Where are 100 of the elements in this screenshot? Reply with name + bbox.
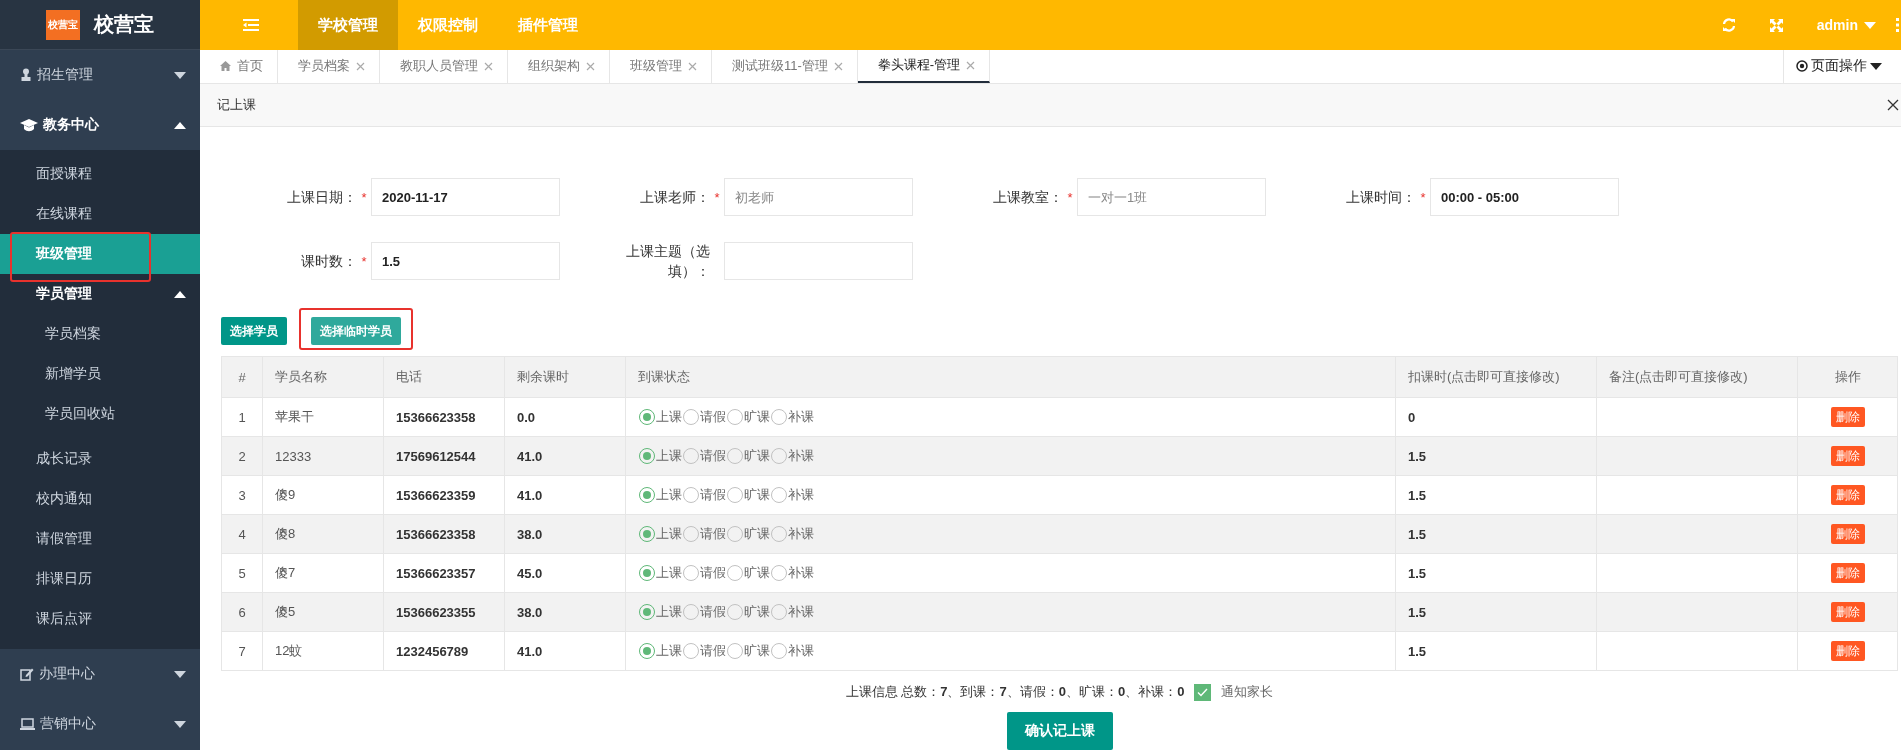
page-actions-menu[interactable]: 页面操作	[1783, 50, 1901, 83]
action-button[interactable]: 选择临时学员	[311, 317, 401, 345]
column-header: 电话	[383, 356, 505, 398]
delete-button[interactable]: 删除	[1830, 446, 1865, 466]
caret-icon	[174, 71, 186, 79]
input-field[interactable]	[724, 242, 913, 280]
radio-label: 补课	[788, 642, 814, 660]
checkbox[interactable]	[1194, 683, 1212, 701]
page-tab[interactable]: 测试班级11-管理	[712, 50, 858, 83]
fullscreen-icon[interactable]	[1769, 18, 1783, 32]
radio-label: 请假	[700, 486, 726, 504]
caret-icon	[174, 121, 186, 129]
action-button[interactable]: 选择学员	[221, 317, 287, 345]
delete-button[interactable]: 删除	[1830, 602, 1865, 622]
radio-label: 旷课	[744, 603, 770, 621]
summary-text: 上课信息 总数：7、到课：7、请假：0、旷课：0、补课：0	[845, 683, 1185, 701]
close-icon[interactable]	[1887, 98, 1899, 111]
table-cell: 41.0	[504, 475, 626, 515]
input-field[interactable]: 初老师	[724, 178, 913, 216]
menu-item[interactable]: 排课日历	[0, 559, 200, 599]
menu-item[interactable]: 成长记录	[0, 439, 200, 479]
required-mark: *	[361, 254, 367, 269]
menu-group[interactable]: 学员管理	[0, 274, 200, 314]
table-cell: 41.0	[504, 631, 626, 671]
check-icon	[1197, 687, 1209, 697]
page-tab[interactable]: 班级管理	[610, 50, 712, 83]
input-field[interactable]: 1.5	[371, 242, 560, 280]
column-header: 到课状态	[625, 356, 1396, 398]
field-label: 上课日期：	[287, 188, 357, 207]
menu-item[interactable]: 新增学员	[0, 354, 200, 394]
input-field[interactable]: 一对一1班	[1077, 178, 1266, 216]
delete-button[interactable]: 删除	[1830, 407, 1865, 427]
refresh-icon[interactable]	[1721, 18, 1736, 32]
table-cell: 12蚊	[262, 631, 384, 671]
confirm-button[interactable]: 确认记上课	[1006, 712, 1113, 750]
target-icon	[1796, 60, 1808, 73]
table-cell: 38.0	[504, 592, 626, 632]
table-cell: 15366623358	[383, 514, 505, 554]
table-cell: 5	[221, 553, 263, 593]
delete-button[interactable]: 删除	[1830, 485, 1865, 505]
table-cell: 2	[221, 436, 263, 476]
caret-icon	[174, 720, 186, 728]
caret-icon	[174, 290, 186, 298]
page-tab[interactable]: 教职人员管理	[380, 50, 508, 83]
column-header: #	[221, 356, 263, 398]
app-name: 校营宝	[94, 12, 154, 37]
menu-item[interactable]: 课后点评	[0, 599, 200, 639]
required-mark: *	[1420, 190, 1426, 205]
menu-section[interactable]: 招生管理	[0, 50, 200, 100]
delete-button[interactable]: 删除	[1830, 563, 1865, 583]
radio-label: 旷课	[744, 408, 770, 426]
radio-label: 请假	[700, 642, 726, 660]
radio-label: 上课	[656, 642, 682, 660]
menu-item[interactable]: 班级管理	[0, 234, 200, 274]
radio-label: 请假	[700, 525, 726, 543]
more-icon[interactable]	[1896, 18, 1899, 32]
table-cell: 3	[221, 475, 263, 515]
page-tab[interactable]: 拳头课程-管理	[857, 50, 991, 83]
delete-button[interactable]: 删除	[1830, 641, 1865, 661]
page-tab[interactable]: 学员档案	[278, 50, 380, 83]
table-cell: 15366623358	[383, 397, 505, 437]
radio-label: 请假	[700, 564, 726, 582]
table-cell: 41.0	[504, 436, 626, 476]
radio-label: 补课	[788, 603, 814, 621]
column-header: 备注(点击即可直接修改)	[1596, 356, 1798, 398]
required-mark: *	[1067, 190, 1073, 205]
edit-icon	[20, 667, 34, 681]
menu-section[interactable]: 教务中心	[0, 100, 200, 150]
field-label: 课时数：	[301, 252, 357, 271]
menu-section[interactable]: 办理中心	[0, 649, 200, 699]
menu-item[interactable]: 在线课程	[0, 194, 200, 234]
input-field[interactable]: 2020-11-17	[371, 178, 560, 216]
caret-icon	[1870, 62, 1882, 70]
graduation-cap-icon	[20, 118, 38, 132]
table-cell: 1232456789	[383, 631, 505, 671]
page-tab[interactable]: 首页	[200, 50, 278, 83]
radio-label: 旷课	[744, 564, 770, 582]
menu-item[interactable]: 面授课程	[0, 154, 200, 194]
radio-label: 请假	[700, 447, 726, 465]
required-mark: *	[361, 190, 367, 205]
radio-label: 补课	[788, 525, 814, 543]
table-cell: 4	[221, 514, 263, 554]
menu-section[interactable]: 营销中心	[0, 699, 200, 749]
table-cell: 1.5	[1395, 514, 1597, 554]
column-header: 学员名称	[262, 356, 384, 398]
menu-item[interactable]: 校内通知	[0, 479, 200, 519]
radio-label: 补课	[788, 408, 814, 426]
table-cell: 1.5	[1395, 592, 1597, 632]
input-field[interactable]: 00:00 - 05:00	[1430, 178, 1619, 216]
menu-item[interactable]: 学员档案	[0, 314, 200, 354]
caret-icon	[1864, 21, 1876, 29]
nav-tab[interactable]: 学校管理	[298, 0, 398, 50]
radio-label: 请假	[700, 408, 726, 426]
menu-item[interactable]: 请假管理	[0, 519, 200, 559]
menu-toggle-icon[interactable]	[243, 19, 259, 31]
menu-item[interactable]: 学员回收站	[0, 394, 200, 434]
page-tab[interactable]: 组织架构	[508, 50, 610, 83]
radio-label: 上课	[656, 447, 682, 465]
radio-label: 补课	[788, 486, 814, 504]
delete-button[interactable]: 删除	[1830, 524, 1865, 544]
